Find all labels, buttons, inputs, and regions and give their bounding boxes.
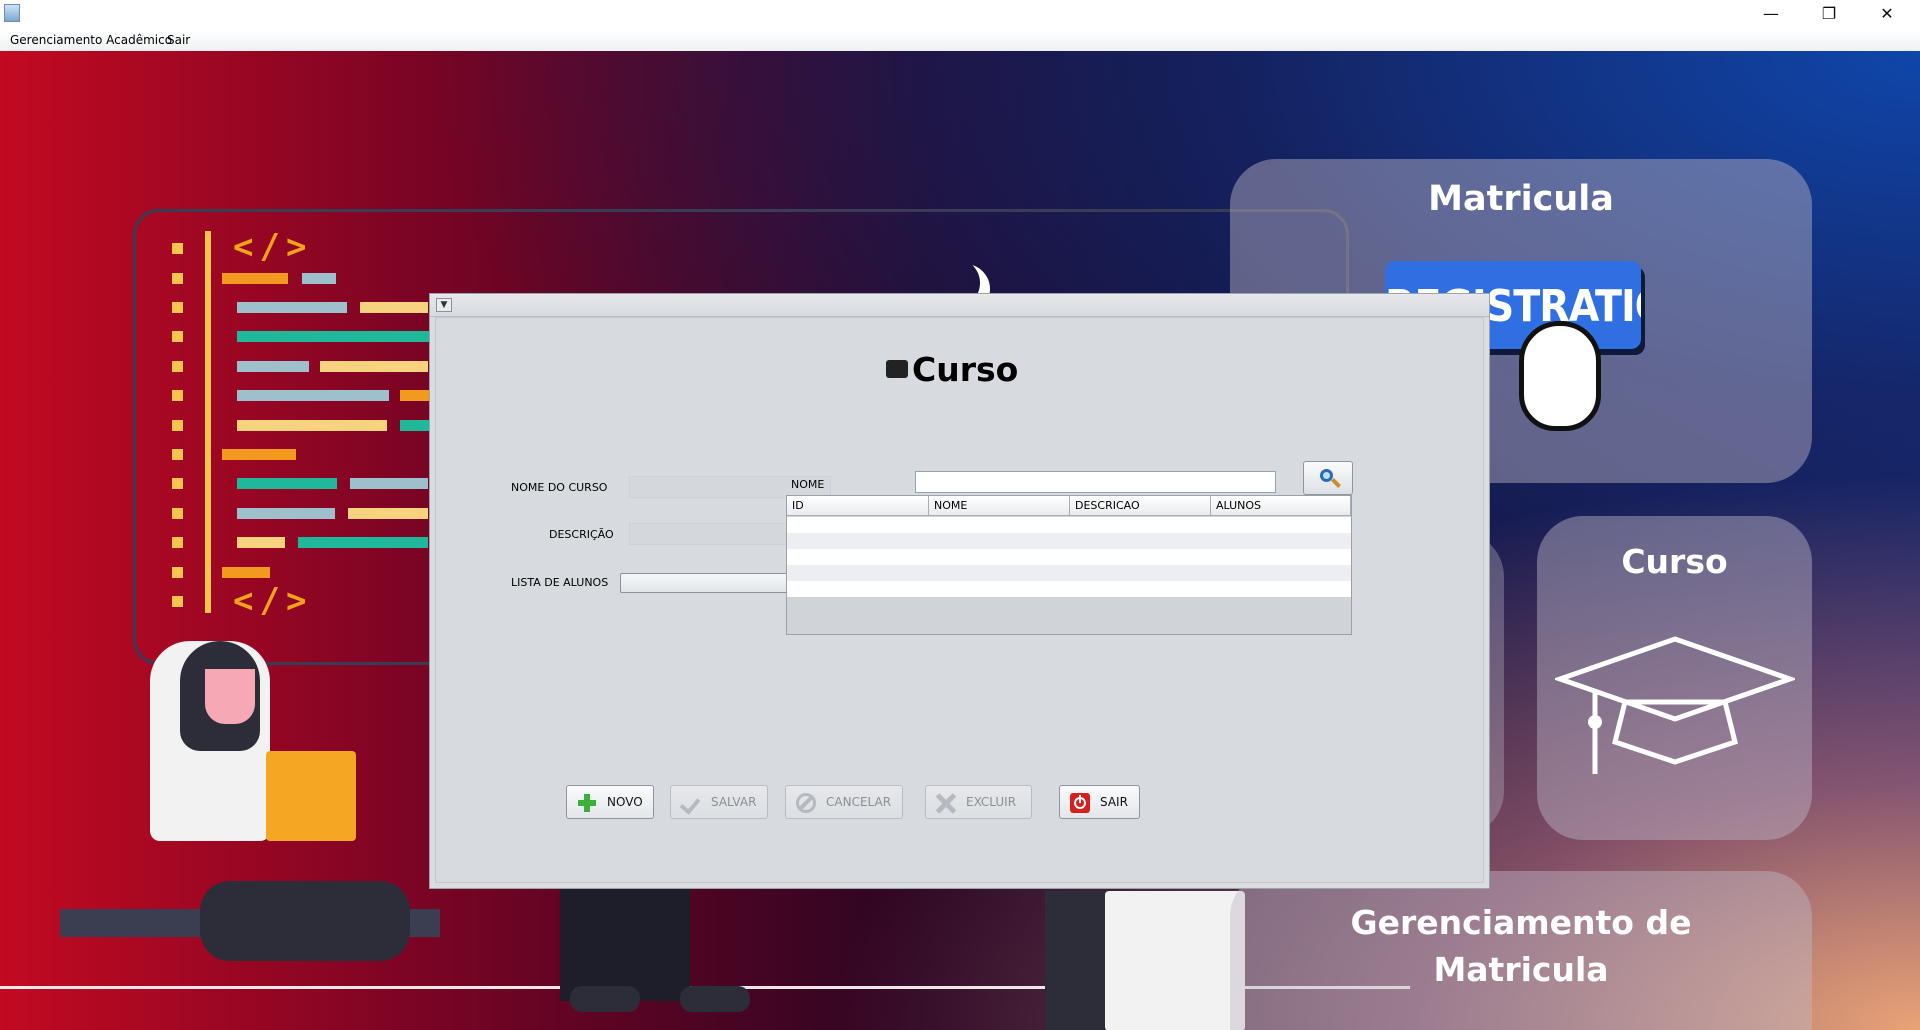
code-bullet <box>172 449 183 460</box>
gerenciamento-card-title-line1: Gerenciamento de <box>1350 903 1692 942</box>
code-line <box>400 390 429 401</box>
window-titlebar: — ❐ ✕ <box>0 0 1920 30</box>
person-face-illustration <box>205 669 255 724</box>
label-nome-do-curso: NOME DO CURSO <box>511 481 608 494</box>
close-button[interactable]: ✕ <box>1858 0 1916 30</box>
code-line <box>348 508 428 519</box>
code-bullet <box>172 243 183 254</box>
column-header-id[interactable]: ID <box>787 496 929 516</box>
code-line <box>237 361 309 372</box>
java-app-icon <box>4 4 20 22</box>
code-line <box>302 273 336 284</box>
code-line <box>320 361 428 372</box>
column-header-descricao[interactable]: DESCRICAO <box>1070 496 1211 516</box>
search-button[interactable] <box>1303 461 1353 495</box>
excluir-button[interactable]: EXCLUIR <box>925 785 1032 819</box>
table-row[interactable] <box>787 581 1351 597</box>
code-line <box>237 390 389 401</box>
novo-button-label: NOVO <box>607 795 643 809</box>
code-bullet <box>172 390 183 401</box>
code-bullet <box>172 596 183 607</box>
label-nome: NOME <box>791 478 825 491</box>
salvar-button-label: SALVAR <box>711 795 757 809</box>
matricula-card-title: Matricula <box>1428 179 1614 219</box>
code-bullet <box>172 537 183 548</box>
add-icon <box>577 793 597 813</box>
curso-card[interactable]: Curso <box>1537 516 1812 840</box>
code-book-illustration <box>266 751 356 841</box>
delete-icon <box>935 793 957 814</box>
person-legs-illustration <box>200 881 410 961</box>
excluir-button-label: EXCLUIR <box>966 795 1017 809</box>
curso-form: Curso NOME DO CURSO DESCRIÇÃO LISTA DE A… <box>435 317 1484 883</box>
label-lista-de-alunos: LISTA DE ALUNOS <box>511 576 609 589</box>
internal-frame-titlebar: ▼ <box>430 294 1489 317</box>
column-header-nome[interactable]: NOME <box>929 496 1070 516</box>
code-line <box>237 420 387 431</box>
code-line <box>237 508 335 519</box>
curso-card-title: Curso <box>1621 542 1728 581</box>
code-line <box>237 302 347 313</box>
label-descricao: DESCRIÇÃO <box>549 528 614 541</box>
shoe-illustration <box>680 986 750 1012</box>
code-bullet <box>172 420 183 431</box>
chair-illustration <box>1105 891 1245 1030</box>
search-nome-input[interactable] <box>915 471 1276 493</box>
maximize-button[interactable]: ❐ <box>1800 0 1858 30</box>
gerenciamento-card-title-line2: Matricula <box>1433 950 1609 989</box>
graduation-cap-icon <box>1555 636 1795 774</box>
search-icon-handle <box>1331 478 1341 488</box>
table-row[interactable] <box>787 549 1351 565</box>
form-title-text: Curso <box>912 350 1019 389</box>
code-tag-icon: </> <box>233 581 313 621</box>
code-bullet <box>172 331 183 342</box>
code-bullet <box>172 361 183 372</box>
code-line <box>360 302 428 313</box>
code-bullet <box>172 273 183 284</box>
power-icon <box>1070 793 1090 813</box>
menu-gerenciamento-academico[interactable]: Gerenciamento Acadêmico <box>10 33 172 47</box>
code-bullet <box>172 302 183 313</box>
cancelar-button[interactable]: CANCELAR <box>785 785 903 819</box>
code-line <box>400 420 429 431</box>
code-line <box>298 537 428 548</box>
pointer-hand-icon <box>1519 321 1601 431</box>
code-line <box>222 273 288 284</box>
cursos-table[interactable]: ID NOME DESCRICAO ALUNOS <box>786 495 1352 635</box>
code-line <box>237 331 429 342</box>
table-row[interactable] <box>787 517 1351 533</box>
salvar-button[interactable]: SALVAR <box>670 785 768 819</box>
cancel-icon <box>796 793 816 813</box>
course-book-icon <box>886 359 908 378</box>
menu-sair[interactable]: Sair <box>167 33 190 47</box>
cancelar-button-label: CANCELAR <box>826 795 892 809</box>
code-line <box>350 478 428 489</box>
frame-menu-dropdown-icon[interactable]: ▼ <box>436 298 452 312</box>
novo-button[interactable]: NOVO <box>566 785 654 819</box>
menu-bar: Gerenciamento Acadêmico Sair <box>0 30 1920 52</box>
code-rail-decoration <box>205 231 211 613</box>
code-bullet <box>172 478 183 489</box>
minimize-button[interactable]: — <box>1742 0 1800 30</box>
code-bullet <box>172 508 183 519</box>
code-bullet <box>172 567 183 578</box>
person-legs-illustration <box>560 881 690 1001</box>
code-line <box>222 449 296 460</box>
code-line <box>237 537 285 548</box>
form-title: Curso <box>886 350 1018 389</box>
shoe-illustration <box>570 986 640 1012</box>
table-row[interactable] <box>787 565 1351 581</box>
code-line <box>237 478 337 489</box>
check-icon <box>679 793 701 815</box>
code-tag-icon: </> <box>233 227 313 267</box>
sair-button[interactable]: SAIR <box>1059 785 1140 819</box>
table-row[interactable] <box>787 533 1351 549</box>
curso-internal-frame: ▼ Curso NOME DO CURSO DESCRIÇÃO LISTA DE… <box>429 293 1490 889</box>
gerenciamento-card-title: Gerenciamento de Matricula <box>1230 899 1812 993</box>
gerenciamento-matricula-card[interactable]: Gerenciamento de Matricula <box>1230 871 1812 1030</box>
column-header-alunos[interactable]: ALUNOS <box>1211 496 1351 516</box>
sair-button-label: SAIR <box>1100 795 1128 809</box>
code-line <box>222 567 270 578</box>
